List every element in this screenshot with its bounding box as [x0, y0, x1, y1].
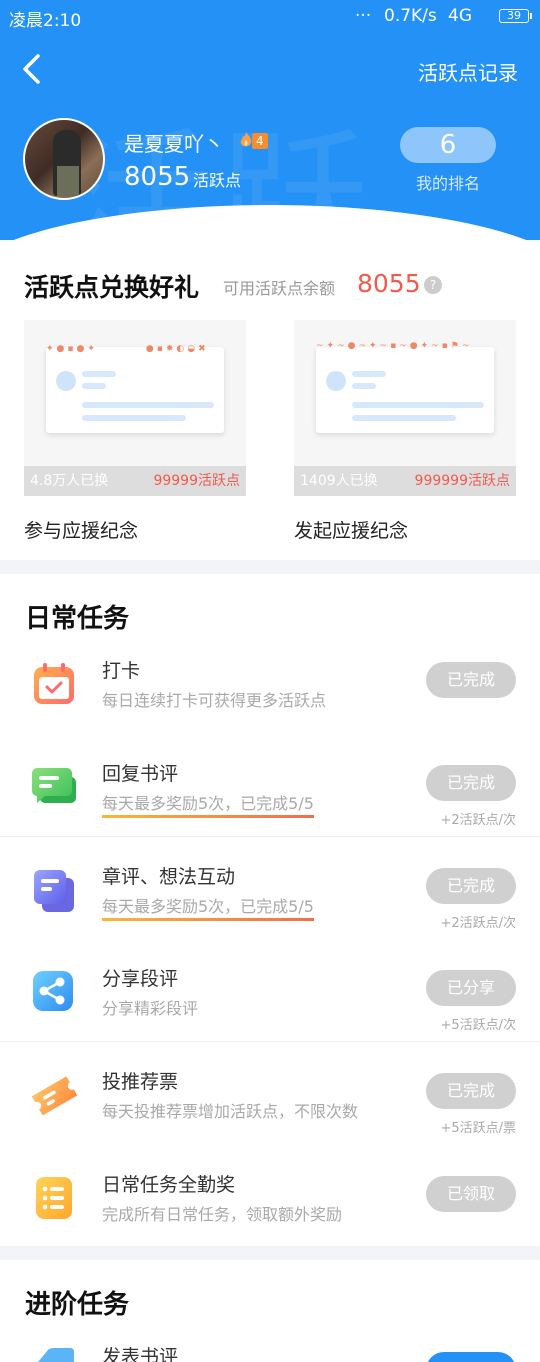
balance-value: 8055: [357, 269, 421, 298]
notes-icon: [34, 870, 74, 912]
status-bar: 凌晨2:10 ··· 0.7K/s 4G 39: [0, 0, 540, 34]
gift-card-preview: ~✦~●~✦~▪~●✦~▪⚑~: [316, 341, 494, 433]
task-reward: +5活跃点/次: [440, 1018, 516, 1033]
rank-value[interactable]: 6: [400, 127, 496, 163]
preview-avatar-placeholder: [56, 371, 76, 391]
points-record-link[interactable]: 活跃点记录: [418, 57, 518, 86]
status-dots: ···: [355, 6, 372, 26]
ticket-icon: [31, 1076, 78, 1116]
task-reward: +5活跃点/票: [440, 1121, 516, 1136]
exchange-title: 活跃点兑换好礼: [24, 273, 200, 302]
avatar[interactable]: [23, 118, 105, 200]
status-time: 凌晨2:10: [9, 11, 82, 31]
task-reward: +2活跃点/次: [440, 813, 516, 828]
rank-label: 我的排名: [415, 174, 480, 193]
task-status-button[interactable]: 已领取: [426, 1176, 516, 1212]
preview-line: [352, 383, 376, 389]
task-status-button[interactable]: 已完成: [426, 765, 516, 801]
points-value: 8055: [124, 162, 191, 192]
advanced-tasks-title: 进阶任务: [25, 1290, 130, 1320]
task-checkin: 打卡 每日连续打卡可获得更多活跃点 已完成: [0, 646, 540, 749]
task-status-button[interactable]: 已完成: [426, 1073, 516, 1109]
task-full-attendance: 日常任务全勤奖 完成所有日常任务，领取额外奖励 已领取: [0, 1160, 540, 1263]
task-name: 投推荐票: [102, 1071, 179, 1093]
preview-line: [352, 371, 386, 377]
task-name: 打卡: [102, 660, 141, 682]
task-name: 回复书评: [102, 763, 179, 785]
list-icon: [36, 1177, 72, 1219]
task-recommend-ticket: 投推荐票 每天投推荐票增加活跃点，不限次数 已完成 +5活跃点/票: [0, 1057, 540, 1160]
gift-name[interactable]: 发起应援纪念: [294, 516, 408, 543]
task-desc: 每天最多奖励5次，已完成5/5: [102, 790, 314, 818]
gift-cost: 999999活跃点: [414, 473, 510, 489]
redeemed-count: 4.8万人已换: [30, 473, 109, 489]
status-network: 4G: [448, 6, 472, 26]
task-desc: 分享精彩段评: [102, 999, 199, 1018]
gift-name[interactable]: 参与应援纪念: [24, 516, 138, 543]
confetti-decoration: ✦●▪●✦ ●▪✸◐◒✖: [46, 344, 209, 353]
preview-avatar-placeholder: [326, 371, 346, 391]
gift-card-support[interactable]: ✦●▪●✦ ●▪✸◐◒✖ 4.8万人已换 99999活跃点: [24, 320, 246, 496]
task-desc: 每天最多奖励5次，已完成5/5: [102, 893, 314, 921]
chevron-left-icon: [23, 54, 40, 84]
divider: [0, 1041, 540, 1042]
exchange-section: 活跃点兑换好礼 可用活跃点余额 8055 ? ✦●▪●✦ ●▪✸◐◒✖ 4.8万…: [0, 240, 540, 560]
divider: [0, 836, 540, 837]
gift-card-preview: ✦●▪●✦ ●▪✸◐◒✖: [46, 344, 224, 433]
header: 活跃 凌晨2:10 ··· 0.7K/s 4G 39 活跃点记录 是夏夏吖丶 4…: [0, 0, 540, 240]
advanced-task-button[interactable]: [426, 1352, 516, 1362]
status-speed: 0.7K/s: [384, 6, 437, 26]
daily-tasks-title: 日常任务: [25, 604, 130, 634]
balance-label: 可用活跃点余额: [223, 279, 336, 298]
task-desc: 完成所有日常任务，领取额外奖励: [102, 1205, 343, 1224]
points-unit: 活跃点: [193, 171, 242, 190]
preview-line: [352, 415, 456, 421]
task-desc: 每天投推荐票增加活跃点，不限次数: [102, 1102, 359, 1121]
level-badge: 4: [252, 133, 268, 149]
book-review-icon: [38, 1348, 74, 1362]
battery-icon: 39: [499, 9, 532, 23]
preview-line: [352, 402, 484, 408]
back-button[interactable]: [18, 52, 48, 86]
advanced-task-name: 发表书评: [102, 1346, 179, 1362]
daily-tasks-section: 日常任务 打卡 每日连续打卡可获得更多活跃点 已完成 回复书评 每天最多奖励5次…: [0, 574, 540, 1246]
advanced-tasks-section: 进阶任务 发表书评: [0, 1260, 540, 1362]
task-status-button[interactable]: 已完成: [426, 662, 516, 698]
task-name: 章评、想法互动: [102, 866, 236, 888]
help-icon[interactable]: ?: [424, 276, 442, 294]
preview-line: [82, 371, 116, 377]
gift-card-initiate[interactable]: ~✦~●~✦~▪~●✦~▪⚑~ 1409人已换 999999活跃点: [294, 320, 516, 496]
task-name: 日常任务全勤奖: [102, 1174, 236, 1196]
task-status-button[interactable]: 已分享: [426, 970, 516, 1006]
preview-line: [82, 402, 214, 408]
task-chapter-comment: 章评、想法互动 每天最多奖励5次，已完成5/5 已完成 +2活跃点/次: [0, 852, 540, 955]
preview-line: [82, 415, 186, 421]
calendar-icon: [34, 663, 74, 704]
username: 是夏夏吖丶: [124, 132, 224, 156]
preview-line: [82, 383, 106, 389]
task-reward: +2活跃点/次: [440, 916, 516, 931]
task-desc: 每日连续打卡可获得更多活跃点: [102, 691, 327, 710]
task-status-button[interactable]: 已完成: [426, 868, 516, 904]
redeemed-count: 1409人已换: [300, 473, 378, 489]
task-name: 分享段评: [102, 968, 179, 990]
gift-cost: 99999活跃点: [153, 473, 240, 489]
avatar-figure-skirt: [57, 166, 79, 196]
chat-bubble-icon: [32, 768, 76, 803]
share-icon: [33, 971, 73, 1011]
confetti-decoration: ~✦~●~✦~▪~●✦~▪⚑~: [316, 341, 473, 351]
